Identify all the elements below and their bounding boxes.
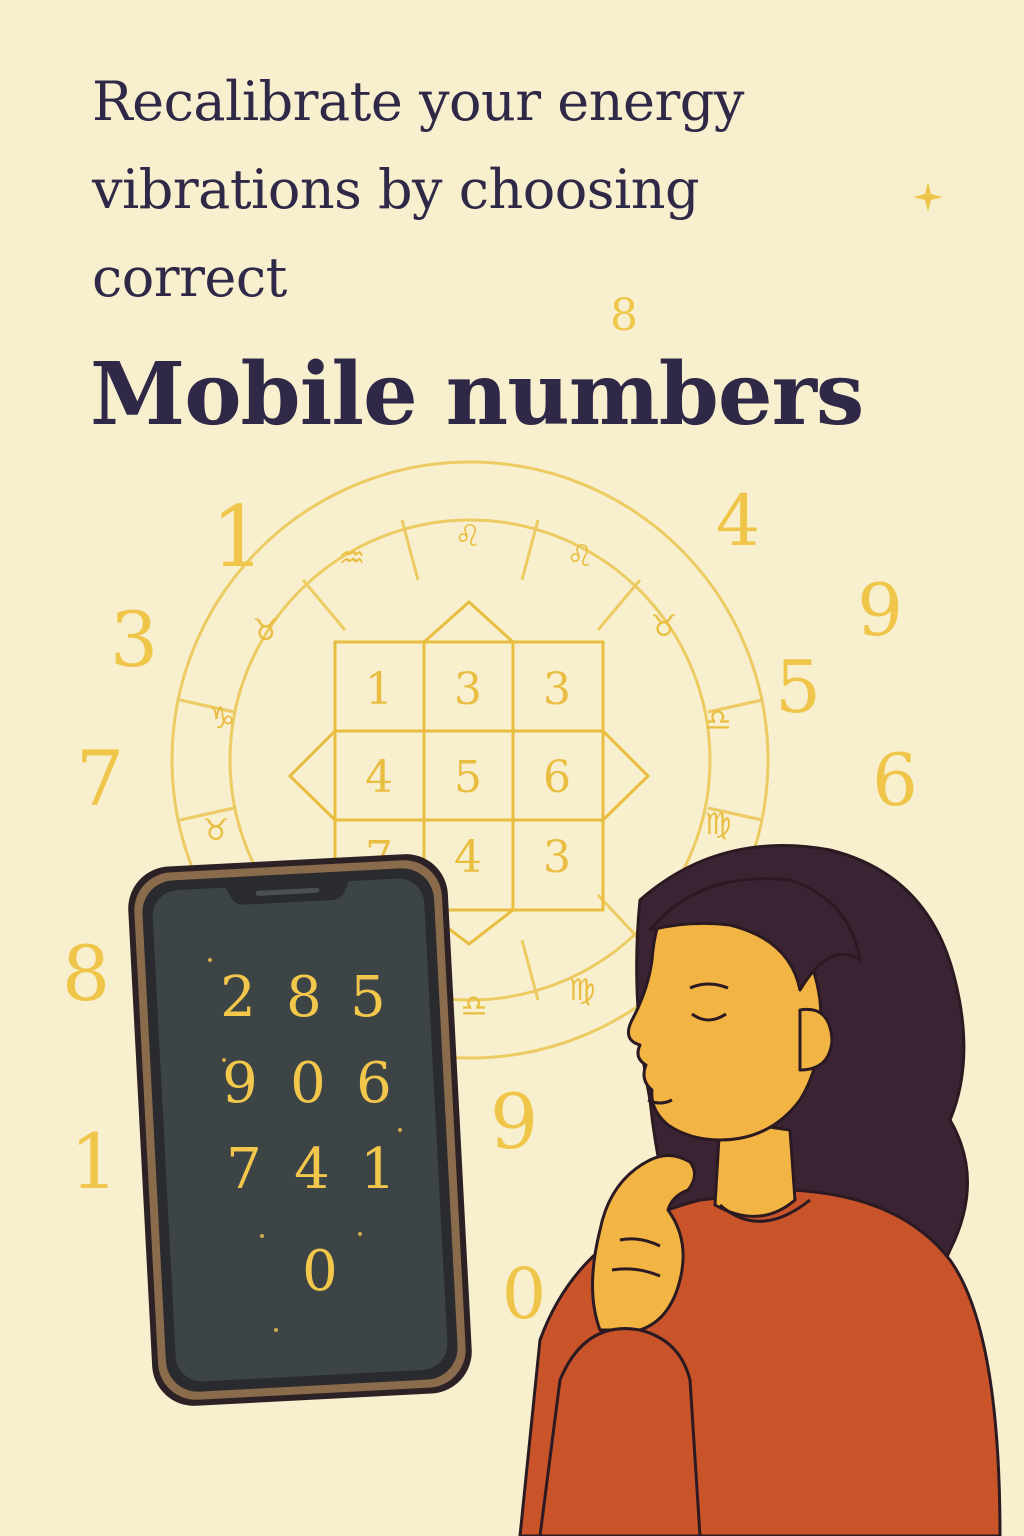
- keypad-digit: 5: [350, 965, 386, 1030]
- floating-number: 9: [490, 1077, 538, 1166]
- floating-number: 9: [857, 568, 903, 652]
- headline-line: correct: [92, 246, 287, 309]
- grid-cell: 6: [543, 752, 571, 803]
- floating-number: 3: [110, 595, 158, 684]
- smartphone: 2 8 5 9 0 6 7 4 1 0: [128, 854, 472, 1406]
- aquarius-icon: ♒: [339, 541, 366, 576]
- headline-emphasis: Mobile numbers: [90, 344, 864, 445]
- headline: Recalibrate your energy vibrations by ch…: [92, 58, 972, 322]
- keypad-digit: 9: [222, 1051, 258, 1116]
- keypad-digit: 6: [356, 1051, 392, 1116]
- phone-screen: [152, 878, 448, 1382]
- taurus-icon: ♉: [253, 613, 280, 648]
- taurus-icon: ♉: [651, 609, 678, 644]
- floating-number: 5: [775, 645, 821, 729]
- headline-line: Recalibrate your energy: [92, 70, 744, 133]
- floating-number: 1: [70, 1117, 118, 1206]
- thinking-woman: [518, 844, 1002, 1536]
- headline-line: vibrations by choosing: [92, 158, 700, 221]
- grid-cell: 1: [365, 664, 393, 715]
- grid-cell: 3: [454, 664, 482, 715]
- grid-cell: 5: [454, 752, 482, 803]
- libra-icon: ♎: [461, 989, 488, 1024]
- floating-number: 1: [211, 488, 264, 586]
- capricorn-icon: ♑: [209, 701, 236, 736]
- floating-number: 0: [502, 1253, 547, 1335]
- leo-icon: ♌: [567, 539, 594, 574]
- keypad-digit: 0: [290, 1051, 326, 1116]
- keypad-digit: 2: [220, 965, 256, 1030]
- keypad-digit: 1: [360, 1137, 396, 1202]
- taurus-icon: ♉: [203, 813, 230, 848]
- keypad-digit: 8: [286, 965, 322, 1030]
- poster: 1 3 3 4 5 6 7 4 3 ♒ ♌ ♌ ♉ ♉ ♑ ♎ ♉ ♍ ♎ ♍ …: [0, 0, 1024, 1536]
- virgo-icon: ♍: [569, 973, 596, 1008]
- grid-cell: 3: [543, 664, 571, 715]
- libra-icon: ♎: [705, 703, 732, 738]
- floating-number: 8: [62, 929, 110, 1018]
- keypad-digit: 7: [226, 1137, 262, 1202]
- floating-number: 6: [872, 738, 918, 822]
- grid-cell: 3: [543, 832, 571, 883]
- leo-icon: ♌: [455, 519, 482, 554]
- grid-cell: 4: [454, 832, 482, 883]
- floating-number: 4: [716, 480, 761, 562]
- keypad-digit: 4: [294, 1137, 330, 1202]
- virgo-icon: ♍: [705, 807, 732, 842]
- floating-number: 7: [76, 734, 124, 823]
- grid-cell: 4: [365, 752, 393, 803]
- keypad-digit: 0: [302, 1239, 338, 1304]
